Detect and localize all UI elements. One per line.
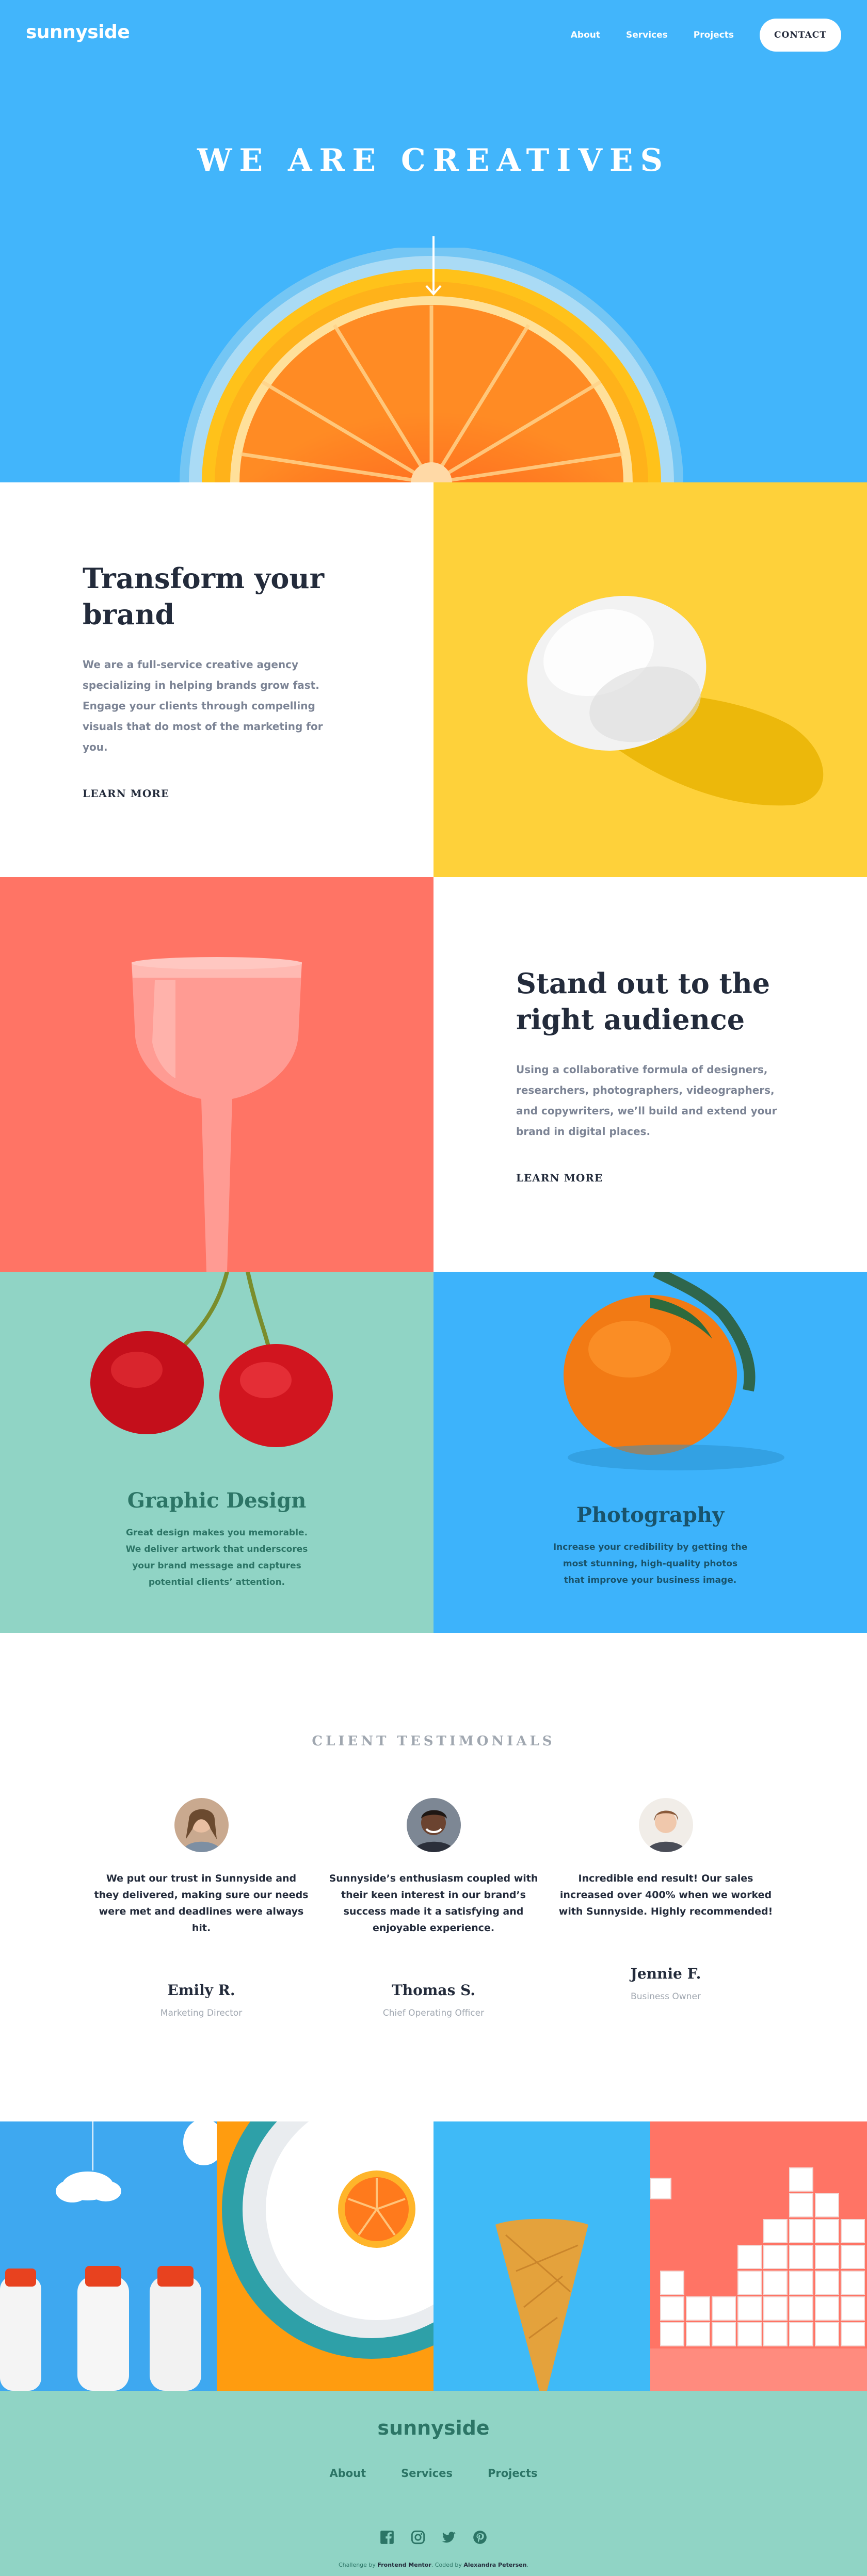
- transform-title: Transform your brand: [83, 561, 325, 631]
- glass-illustration: [132, 957, 302, 1272]
- avatar: [174, 1798, 229, 1852]
- emily-avatar-image: [174, 1798, 229, 1852]
- avatar: [406, 1798, 461, 1852]
- attribution-suffix: .: [526, 2562, 529, 2568]
- frontend-mentor-link[interactable]: Frontend Mentor: [377, 2562, 431, 2568]
- testimonial-card: We put our trust in Sunnyside and they d…: [93, 1798, 310, 2018]
- gallery-milk-bottles-image: [0, 2121, 217, 2391]
- orange-image: [564, 1272, 784, 1470]
- thomas-avatar-image: [406, 1798, 461, 1852]
- hero-section: sunnyside About Services Projects CONTAC…: [0, 0, 867, 482]
- learn-more-label: LEARN MORE: [516, 1171, 603, 1184]
- transform-body: We are a full-service creative agency sp…: [83, 658, 323, 753]
- gallery-sugar-cubes-image: [650, 2121, 867, 2391]
- footer-link-services[interactable]: Services: [401, 2467, 453, 2480]
- hero-title: WE ARE CREATIVES: [197, 142, 670, 179]
- pinterest-icon[interactable]: [473, 2530, 487, 2545]
- cherries-image: [90, 1272, 333, 1447]
- nav-link-projects[interactable]: Projects: [694, 30, 734, 40]
- testimonials-heading: CLIENT TESTIMONIALS: [312, 1733, 555, 1749]
- cone-illustration: [434, 2121, 650, 2391]
- gallery-ice-cream-cone-image: [434, 2121, 650, 2391]
- testimonials-section: CLIENT TESTIMONIALS We put our trust in …: [0, 1633, 867, 2121]
- site-logo[interactable]: sunnyside: [26, 22, 130, 43]
- stand-out-learn-more-link[interactable]: LEARN MORE: [514, 1171, 605, 1185]
- transform-learn-more-link[interactable]: LEARN MORE: [81, 787, 172, 801]
- instagram-icon[interactable]: [411, 2530, 425, 2545]
- milk-bottles-illustration: [0, 2121, 217, 2391]
- graphic-design-section: Graphic Design Great design makes you me…: [0, 1272, 434, 1633]
- photography-section: Photography Increase your credibility by…: [434, 1272, 867, 1633]
- arrow-down-icon[interactable]: [425, 236, 442, 297]
- footer-nav: About Services Projects: [0, 2467, 867, 2480]
- attribution-prefix: Challenge by: [338, 2562, 376, 2568]
- nav-link-services[interactable]: Services: [626, 30, 668, 40]
- testimonial-role: Chief Operating Officer: [382, 2008, 485, 2018]
- facebook-icon[interactable]: [380, 2530, 394, 2545]
- testimonial-quote: We put our trust in Sunnyside and they d…: [94, 1873, 309, 1934]
- egg-image: [434, 482, 867, 877]
- photography-title: Photography: [576, 1503, 725, 1527]
- attribution-mid: . Coded by: [431, 2562, 462, 2568]
- stand-out-body: Using a collaborative formula of designe…: [516, 1063, 777, 1138]
- stand-out-section: Stand out to the right audience Using a …: [434, 877, 867, 1272]
- author-link[interactable]: Alexandra Petersen: [463, 2562, 526, 2568]
- nav-link-about[interactable]: About: [571, 30, 600, 40]
- testimonial-quote: Incredible end result! Our sales increas…: [558, 1873, 773, 1917]
- attribution-text: Challenge by Frontend Mentor. Coded by A…: [0, 2562, 867, 2568]
- testimonial-role: Marketing Director: [160, 2008, 243, 2018]
- jennie-avatar-image: [638, 1798, 693, 1852]
- gallery-orange-plate-image: [217, 2121, 434, 2391]
- photography-body: Increase your credibility by getting the…: [553, 1542, 748, 1585]
- footer-link-projects[interactable]: Projects: [488, 2467, 538, 2480]
- social-links: [0, 2530, 867, 2545]
- avatar: [638, 1798, 693, 1852]
- gallery-section: [0, 2121, 867, 2391]
- sugar-cubes-illustration: [650, 2121, 867, 2391]
- testimonial-card: Incredible end result! Our sales increas…: [557, 1798, 774, 2002]
- main-nav: About Services Projects CONTACT: [571, 19, 841, 52]
- footer: sunnyside About Services Projects Challe…: [0, 2391, 867, 2576]
- testimonial-name: Thomas S.: [391, 1982, 476, 1999]
- orange-plate-illustration: [217, 2121, 434, 2391]
- footer-link-about[interactable]: About: [329, 2467, 366, 2480]
- testimonial-name: Jennie F.: [630, 1965, 701, 1982]
- glass-image: [0, 877, 434, 1272]
- learn-more-label: LEARN MORE: [83, 787, 170, 800]
- twitter-icon[interactable]: [442, 2530, 456, 2545]
- testimonial-quote: Sunnyside’s enthusiasm coupled with thei…: [329, 1873, 538, 1934]
- transform-brand-section: Transform your brand We are a full-servi…: [0, 482, 434, 877]
- testimonial-name: Emily R.: [167, 1982, 235, 1999]
- graphic-design-body: Great design makes you memorable. We del…: [125, 1528, 308, 1587]
- stand-out-title: Stand out to the right audience: [516, 966, 770, 1036]
- egg-illustration: [527, 596, 824, 806]
- testimonial-role: Business Owner: [631, 1991, 701, 2002]
- testimonial-card: Sunnyside’s enthusiasm coupled with thei…: [325, 1798, 542, 2018]
- graphic-design-title: Graphic Design: [127, 1488, 307, 1513]
- contact-button[interactable]: CONTACT: [760, 19, 841, 52]
- footer-logo[interactable]: sunnyside: [0, 2417, 867, 2439]
